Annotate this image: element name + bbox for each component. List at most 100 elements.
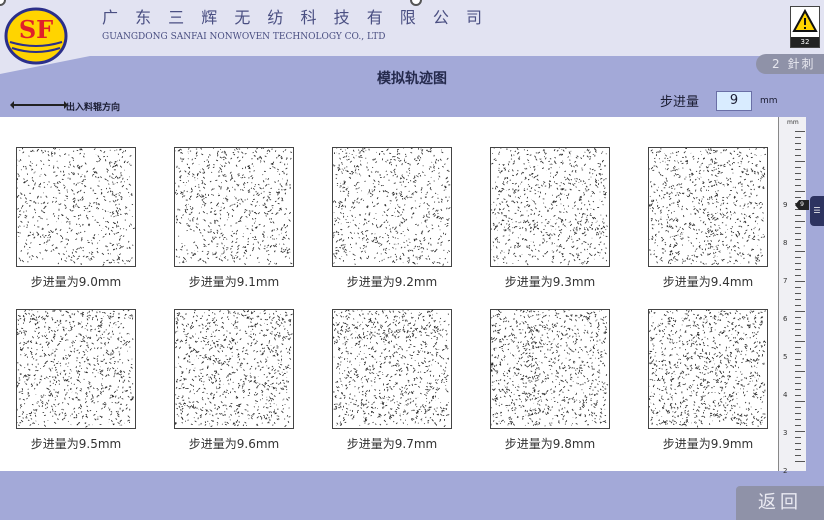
pattern-label: 步进量为9.2mm [346, 275, 438, 289]
ruler-tick [795, 407, 801, 408]
ruler-tick [795, 131, 805, 132]
step-label: 步进量 [660, 95, 700, 110]
step-ruler[interactable]: mm 9 8 7 6 5 4 3 2 [778, 117, 806, 475]
company-name-cn: 广 东 三 辉 无 纺 科 技 有 限 公 司 [102, 8, 488, 27]
ruler-tick [795, 335, 801, 336]
pattern-tile[interactable] [648, 309, 768, 429]
ruler-tick [795, 233, 801, 234]
pattern-label: 步进量为9.3mm [504, 275, 596, 289]
ruler-tick [795, 287, 801, 288]
ruler-tick [795, 353, 801, 354]
pattern-tile[interactable] [648, 147, 768, 267]
ruler-mark: 6 [783, 315, 788, 323]
pattern-label: 步进量为9.9mm [662, 437, 754, 451]
step-input[interactable]: 9 [716, 91, 752, 111]
ruler-tick [795, 179, 801, 180]
ruler-tick [795, 395, 801, 396]
pattern-tile[interactable] [16, 309, 136, 429]
ruler-tick [795, 185, 801, 186]
ruler-tick [795, 359, 801, 360]
pattern-tile[interactable] [16, 147, 136, 267]
ruler-tick [795, 263, 801, 264]
company-logo: SF [4, 7, 68, 65]
direction-label: 出入料辊方向 [66, 103, 121, 113]
ruler-tick [795, 413, 801, 414]
ruler-mark: 4 [783, 391, 788, 399]
ruler-tick [795, 173, 801, 174]
ruler-tick [795, 419, 801, 420]
ruler-tick [795, 305, 801, 306]
pattern-label: 步进量为9.4mm [662, 275, 754, 289]
pattern-label: 步进量为9.0mm [30, 275, 122, 289]
ruler-mark: 5 [783, 353, 788, 361]
ruler-tick [795, 227, 801, 228]
ruler-tick [795, 377, 801, 378]
ruler-mark: 9 [783, 201, 788, 209]
pattern-tile[interactable] [490, 309, 610, 429]
back-button[interactable]: 返回 [736, 486, 824, 520]
ruler-tick [795, 329, 801, 330]
ruler-tick [795, 341, 805, 342]
pattern-tile[interactable] [174, 309, 294, 429]
pattern-panel: 步进量为9.0mm 步进量为9.1mm 步进量为9.2mm 步进量为9.3mm 步进量为… [0, 117, 778, 471]
warning-icon [792, 8, 818, 32]
ruler-mark: 2 [783, 467, 788, 475]
pattern-tile[interactable] [332, 147, 452, 267]
footer-bar [0, 484, 824, 520]
ruler-tick [795, 383, 801, 384]
ruler-tick [795, 251, 805, 252]
side-menu-tab[interactable]: ☰ [810, 196, 824, 226]
ruler-mark: 3 [783, 429, 788, 437]
ruler-tick [795, 239, 801, 240]
ruler-tick [795, 275, 801, 276]
ruler-mark: 8 [783, 239, 788, 247]
ruler-tick [795, 245, 801, 246]
ruler-tick [795, 149, 801, 150]
ruler-tick [795, 437, 801, 438]
double-arrow-icon [10, 101, 68, 109]
ruler-tick [795, 317, 801, 318]
ruler-tick [795, 401, 805, 402]
pattern-label: 步进量为9.1mm [188, 275, 280, 289]
ruler-tick [795, 269, 801, 270]
ruler-tick [795, 323, 801, 324]
ruler-tick [795, 311, 805, 312]
pattern-label: 步进量为9.5mm [30, 437, 122, 451]
ruler-tick [795, 143, 801, 144]
ruler-unit: mm [787, 119, 799, 126]
pattern-tile[interactable] [174, 147, 294, 267]
ruler-tick [795, 257, 801, 258]
pattern-tile[interactable] [332, 309, 452, 429]
ruler-tick [795, 215, 801, 216]
ruler-tick [795, 431, 805, 432]
ruler-tick [795, 299, 801, 300]
ruler-tick [795, 161, 805, 162]
ruler-tick [795, 197, 801, 198]
pattern-tile[interactable] [490, 147, 610, 267]
svg-text:SF: SF [19, 15, 53, 44]
page-title: 模拟轨迹图 [377, 71, 447, 87]
ruler-tick [795, 371, 805, 372]
pattern-label: 步进量为9.8mm [504, 437, 596, 451]
ruler-tick [795, 347, 801, 348]
ruler-tick [795, 221, 805, 222]
ruler-tick [795, 461, 805, 462]
alarm-count-badge: 32 [791, 37, 819, 47]
ruler-tick [795, 455, 801, 456]
ruler-tick [795, 167, 801, 168]
ruler-tick [795, 425, 801, 426]
pattern-label: 步进量为9.6mm [188, 437, 280, 451]
ruler-tick [795, 281, 805, 282]
ruler-tick [795, 443, 801, 444]
ruler-mark: 7 [783, 277, 788, 285]
ruler-tick [795, 293, 801, 294]
company-name-en: GUANGDONG SANFAI NONWOVEN TECHNOLOGY CO.… [102, 32, 386, 42]
alarm-button[interactable]: 32 [790, 6, 820, 48]
ruler-tick [795, 155, 801, 156]
ruler-tick [795, 191, 805, 192]
ruler-tick [795, 449, 801, 450]
step-unit: mm [760, 96, 778, 106]
ruler-tick [795, 389, 801, 390]
ruler-tick [795, 365, 801, 366]
pattern-label: 步进量为9.7mm [346, 437, 438, 451]
